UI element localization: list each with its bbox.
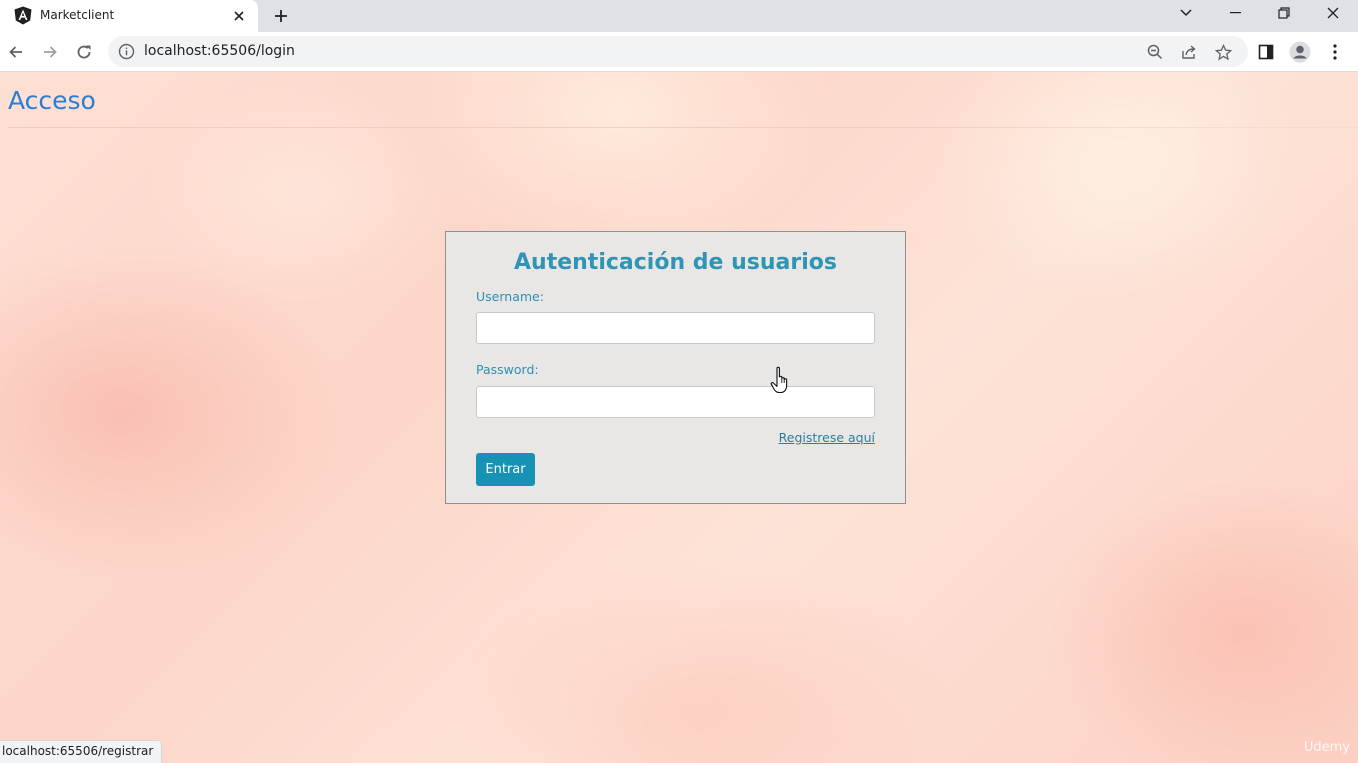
login-heading: Autenticación de usuarios	[514, 250, 837, 275]
tab-title: Marketclient	[40, 8, 115, 22]
address-url: localhost:65506/login	[144, 43, 295, 59]
share-icon[interactable]	[1178, 41, 1200, 63]
password-input[interactable]	[476, 386, 875, 418]
username-input[interactable]	[476, 312, 875, 344]
minimize-icon[interactable]	[1213, 0, 1257, 26]
tab-search-icon[interactable]	[1164, 0, 1208, 26]
hand-cursor-icon	[770, 366, 792, 394]
tab-close-icon[interactable]	[230, 7, 248, 25]
menu-icon[interactable]	[1323, 40, 1347, 64]
browser-toolbar: localhost:65506/login	[0, 32, 1358, 72]
username-label: Username:	[476, 289, 544, 304]
title-divider	[8, 127, 1358, 128]
restore-icon[interactable]	[1262, 0, 1306, 26]
info-icon[interactable]	[118, 43, 135, 60]
page-title: Acceso	[8, 86, 96, 115]
profile-icon[interactable]	[1288, 40, 1312, 64]
zoom-icon[interactable]	[1144, 41, 1166, 63]
forward-icon[interactable]	[36, 38, 64, 66]
register-link[interactable]: Registrese aquí	[779, 430, 875, 445]
reload-icon[interactable]	[70, 38, 98, 66]
browser-tabstrip: Marketclient	[0, 0, 1358, 32]
address-bar[interactable]: localhost:65506/login	[108, 36, 1248, 67]
side-panel-icon[interactable]	[1254, 40, 1278, 64]
angular-icon	[14, 6, 32, 25]
login-submit-button[interactable]: Entrar	[476, 453, 535, 486]
bookmark-star-icon[interactable]	[1212, 41, 1234, 63]
password-label: Password:	[476, 362, 539, 377]
udemy-watermark: Udemy	[1303, 740, 1350, 755]
login-form: Autenticación de usuarios Username: Pass…	[445, 231, 906, 504]
new-tab-icon[interactable]	[270, 5, 292, 27]
status-bar-url: localhost:65506/registrar	[0, 740, 163, 763]
close-icon[interactable]	[1311, 0, 1355, 26]
page-viewport: Acceso Autenticación de usuarios Usernam…	[0, 72, 1358, 763]
browser-tab-active[interactable]: Marketclient	[0, 0, 258, 32]
back-icon[interactable]	[2, 38, 30, 66]
